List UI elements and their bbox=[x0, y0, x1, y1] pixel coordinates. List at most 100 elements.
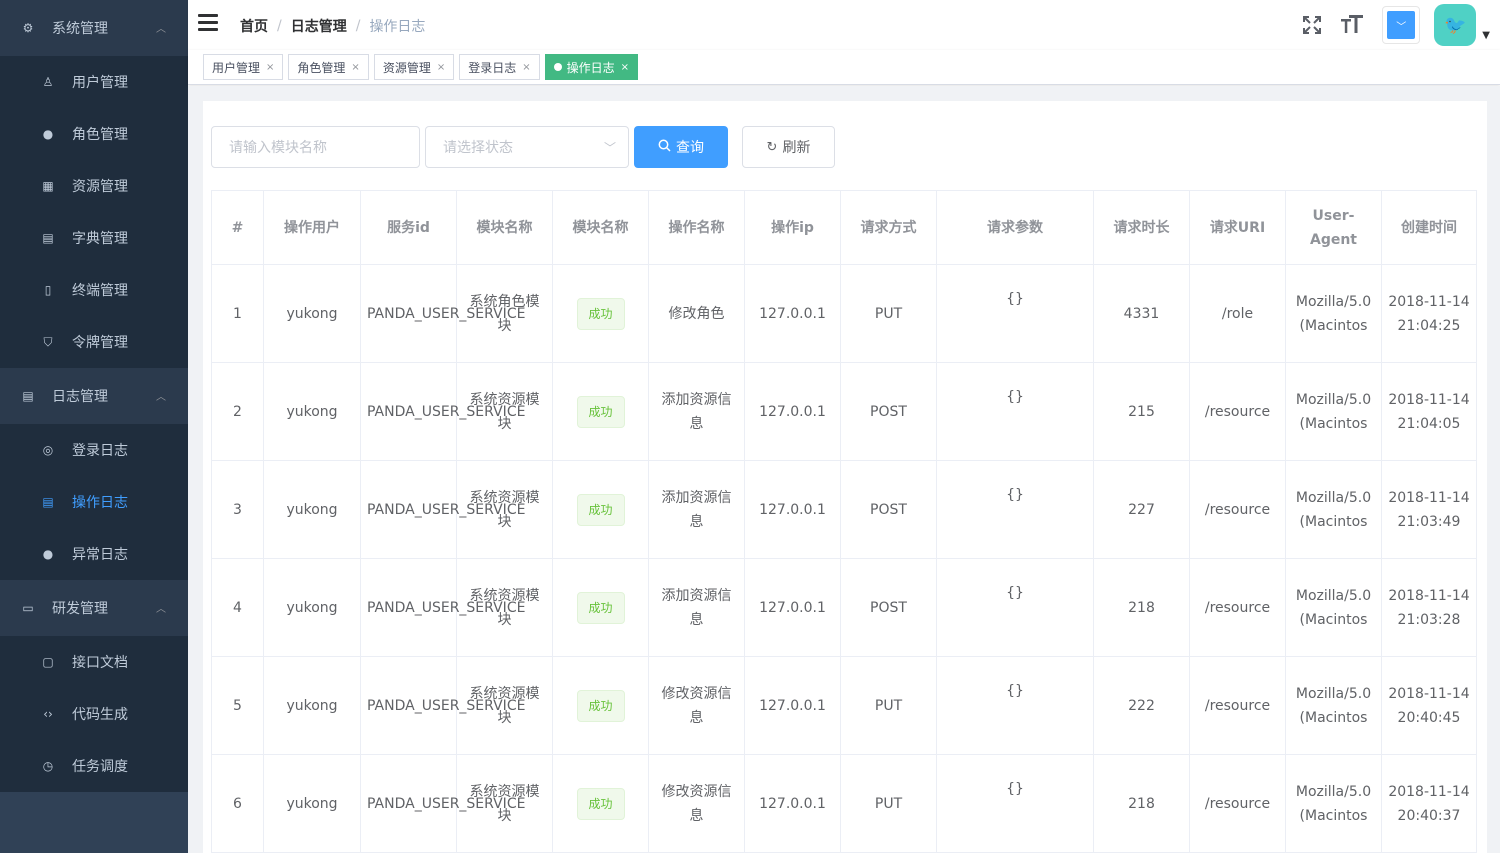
theme-color-picker[interactable]: ﹀ bbox=[1382, 6, 1421, 44]
font-size-icon[interactable] bbox=[1332, 0, 1372, 50]
sidebar-item-terminal[interactable]: ▯ 终端管理 bbox=[0, 264, 188, 316]
status-select-placeholder: 请选择状态 bbox=[443, 140, 513, 156]
cell-created-time: 2018-11-14 21:03:49 bbox=[1381, 460, 1477, 559]
breadcrumb-log[interactable]: 日志管理 bbox=[291, 16, 347, 36]
sidebar-item-label: 接口文档 bbox=[72, 655, 128, 671]
tag-operation-log[interactable]: 操作日志 × bbox=[544, 54, 639, 80]
column-header: 创建时间 bbox=[1381, 190, 1477, 265]
menu-group-system[interactable]: ⚙ 系统管理 ︿ bbox=[0, 0, 188, 56]
refresh-button[interactable]: ↻ 刷新 bbox=[742, 126, 835, 168]
cell-user: yukong bbox=[263, 264, 361, 363]
close-icon[interactable]: × bbox=[266, 62, 274, 73]
cell-operation: 添加资源信息 bbox=[648, 558, 745, 657]
hamburger-icon[interactable] bbox=[198, 14, 218, 32]
caret-down-icon[interactable]: ▼ bbox=[1482, 30, 1490, 41]
sidebar-item-label: 操作日志 bbox=[72, 495, 128, 511]
menu-group-log[interactable]: ▤ 日志管理 ︿ bbox=[0, 368, 188, 424]
gear-icon: ⚙ bbox=[22, 21, 34, 35]
sidebar-item-label: 用户管理 bbox=[72, 75, 128, 91]
table-row[interactable]: 6 yukong PANDA_USER_SERVICE 系统资源模块 成功 修改资源信息 1… bbox=[211, 754, 1477, 853]
sidebar-item-dict[interactable]: ▤ 字典管理 bbox=[0, 212, 188, 264]
chevron-down-icon: ﹀ bbox=[1387, 11, 1416, 39]
column-header: 请求时长 bbox=[1093, 190, 1190, 265]
module-name-input[interactable]: 请输入模块名称 bbox=[211, 126, 420, 168]
cell-params: {} bbox=[936, 656, 1094, 755]
cell-method: POST bbox=[840, 460, 937, 559]
content-card: 请输入模块名称 请选择状态 ﹀ 查询 ↻ 刷新 # 操作用户 服务id 模块名称… bbox=[203, 101, 1487, 853]
cell-operation: 修改资源信息 bbox=[648, 754, 745, 853]
cell-status: 成功 bbox=[552, 460, 649, 559]
cell-user: yukong bbox=[263, 362, 361, 461]
operation-log-icon: ▤ bbox=[42, 495, 54, 509]
tag-resource[interactable]: 资源管理 × bbox=[373, 54, 455, 80]
cell-index: 6 bbox=[211, 754, 264, 853]
table-row[interactable]: 4 yukong PANDA_USER_SERVICE 系统资源模块 成功 添加资源信息 1… bbox=[211, 558, 1477, 657]
close-icon[interactable]: × bbox=[437, 62, 445, 73]
tag-login-log[interactable]: 登录日志 × bbox=[459, 54, 540, 80]
sidebar-item-label: 登录日志 bbox=[72, 443, 128, 459]
sidebar-item-user[interactable]: ♙ 用户管理 bbox=[0, 56, 188, 108]
sidebar-item-api-doc[interactable]: ▢ 接口文档 bbox=[0, 636, 188, 688]
avatar[interactable]: 🐦 bbox=[1434, 4, 1477, 46]
close-icon[interactable]: × bbox=[522, 62, 530, 73]
sidebar-item-label: 异常日志 bbox=[72, 547, 128, 563]
cell-index: 4 bbox=[211, 558, 264, 657]
sidebar-item-codegen[interactable]: ‹› 代码生成 bbox=[0, 688, 188, 740]
close-icon[interactable]: × bbox=[621, 62, 629, 73]
cell-params: {} bbox=[936, 754, 1094, 853]
sidebar-item-resource[interactable]: ▦ 资源管理 bbox=[0, 160, 188, 212]
table-row[interactable]: 3 yukong PANDA_USER_SERVICE 系统资源模块 成功 添加资源信息 1… bbox=[211, 460, 1477, 559]
cell-service-id: PANDA_USER_SERVICE bbox=[360, 264, 525, 363]
cell-method: PUT bbox=[840, 754, 937, 853]
sidebar-item-role[interactable]: ● 角色管理 bbox=[0, 108, 188, 160]
sidebar-item-exception-log[interactable]: ● 异常日志 bbox=[0, 528, 188, 580]
column-header: User-Agent bbox=[1285, 190, 1382, 265]
status-select[interactable]: 请选择状态 ﹀ bbox=[425, 126, 629, 168]
cell-index: 2 bbox=[211, 362, 264, 461]
book-icon: ▤ bbox=[42, 231, 54, 245]
cell-duration: 227 bbox=[1093, 460, 1190, 559]
status-badge: 成功 bbox=[576, 787, 625, 820]
search-button[interactable]: 查询 bbox=[634, 126, 728, 168]
column-header: 模块名称 bbox=[552, 190, 649, 265]
phone-icon: ▯ bbox=[44, 283, 52, 297]
navbar: 首页 / 日志管理 / 操作日志 ﹀ 🐦 ▼ bbox=[188, 0, 1500, 50]
menu-group-dev[interactable]: ▭ 研发管理 ︿ bbox=[0, 580, 188, 636]
cell-duration: 218 bbox=[1093, 558, 1190, 657]
cell-ip: 127.0.0.1 bbox=[744, 656, 841, 755]
menu-group-label: 日志管理 bbox=[52, 389, 108, 405]
sidebar-item-operation-log[interactable]: ▤ 操作日志 bbox=[0, 476, 188, 528]
cell-user: yukong bbox=[263, 558, 361, 657]
cell-duration: 222 bbox=[1093, 656, 1190, 755]
schedule-icon: ◷ bbox=[42, 759, 54, 773]
tag-user[interactable]: 用户管理 × bbox=[203, 54, 284, 80]
status-badge: 成功 bbox=[576, 493, 625, 526]
cell-ip: 127.0.0.1 bbox=[744, 754, 841, 853]
tag-label: 资源管理 bbox=[382, 60, 431, 75]
sidebar-item-label: 资源管理 bbox=[72, 179, 128, 195]
table-row[interactable]: 2 yukong PANDA_USER_SERVICE 系统资源模块 成功 添加资源信息 1… bbox=[211, 362, 1477, 461]
cell-user: yukong bbox=[263, 460, 361, 559]
code-icon: ‹› bbox=[43, 707, 53, 721]
cell-created-time: 2018-11-14 21:04:05 bbox=[1381, 362, 1477, 461]
cell-operation: 修改角色 bbox=[648, 264, 745, 363]
submenu-system: ♙ 用户管理 ● 角色管理 ▦ 资源管理 ▤ 字典管理 ▯ 终端管理 ⛉ 令牌管理 bbox=[0, 56, 188, 368]
menu-group-label: 研发管理 bbox=[52, 601, 108, 617]
sidebar-item-token[interactable]: ⛉ 令牌管理 bbox=[0, 316, 188, 368]
filter-bar: 请输入模块名称 请选择状态 ﹀ 查询 ↻ 刷新 bbox=[211, 126, 1478, 168]
cell-duration: 218 bbox=[1093, 754, 1190, 853]
fullscreen-icon[interactable] bbox=[1292, 0, 1332, 50]
table-row[interactable]: 1 yukong PANDA_USER_SERVICE 系统角色模块 成功 修改角色 127… bbox=[211, 264, 1477, 363]
chevron-down-icon: ﹀ bbox=[603, 141, 616, 155]
exception-icon: ● bbox=[42, 547, 54, 561]
table-row[interactable]: 5 yukong PANDA_USER_SERVICE 系统资源模块 成功 修改资源信息 1… bbox=[211, 656, 1477, 755]
tag-role[interactable]: 角色管理 × bbox=[288, 54, 369, 80]
sidebar-item-schedule[interactable]: ◷ 任务调度 bbox=[0, 740, 188, 792]
cell-duration: 215 bbox=[1093, 362, 1190, 461]
sidebar-item-login-log[interactable]: ◎ 登录日志 bbox=[0, 424, 188, 476]
refresh-button-label: 刷新 bbox=[782, 140, 811, 156]
close-icon[interactable]: × bbox=[351, 62, 359, 73]
breadcrumb-home[interactable]: 首页 bbox=[240, 16, 268, 36]
search-button-label: 查询 bbox=[676, 140, 704, 156]
people-icon: ● bbox=[42, 127, 54, 141]
